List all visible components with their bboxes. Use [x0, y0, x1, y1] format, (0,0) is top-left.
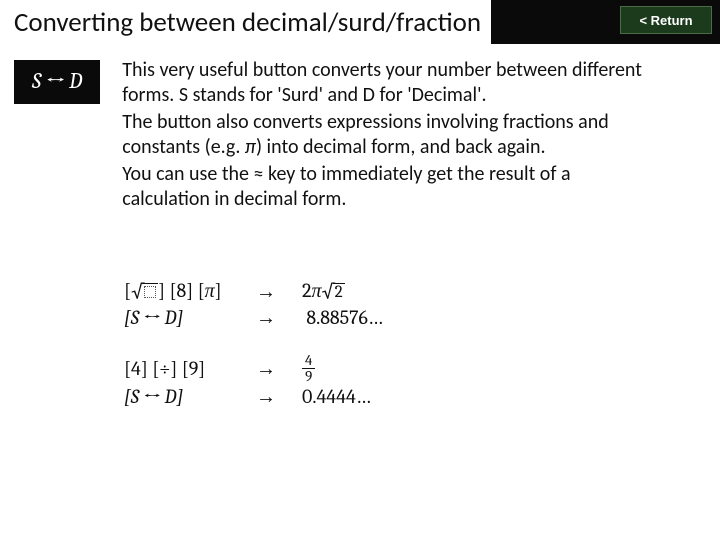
keys-mid: ] [8] [ [158, 279, 205, 302]
pi-key: π [205, 279, 215, 302]
example-row-2: [S ↔ D] → 8.88576… [124, 305, 574, 331]
example-keys-1: [√] [8] [π] [124, 278, 256, 305]
example-row-1: [√] [8] [π] → 2π√2 [124, 278, 574, 305]
content-area: S ↔ D This very useful button converts y… [0, 44, 720, 228]
example-row-4: [S ↔ D] → 0.4444… [124, 384, 574, 410]
example-result-1: 2π√2 [302, 278, 345, 305]
example-row-3: [4] [÷] [9] → 4 9 [124, 353, 574, 384]
arrow-icon: → [256, 356, 302, 382]
arrow-icon: → [256, 384, 302, 410]
pi-symbol: π [245, 135, 256, 159]
pi-result: π [311, 279, 321, 302]
example-keys-2: [S ↔ D] [124, 305, 256, 331]
example-keys-3: [4] [÷] [9] [124, 356, 256, 382]
approx-symbol: ≈ [254, 162, 264, 186]
example-keys-4: [S ↔ D] [124, 384, 256, 410]
description-text: This very useful button converts your nu… [122, 58, 652, 214]
bracket-open: [ [124, 279, 131, 302]
arrow-icon: → [256, 279, 302, 305]
paragraph-2: The button also converts expressions inv… [122, 110, 652, 160]
paragraph-1: This very useful button converts your nu… [122, 58, 652, 108]
fraction-denominator: 9 [302, 369, 315, 384]
p2-part-b: ) into decimal form, and back again. [256, 135, 546, 159]
arrow-icon: → [256, 305, 302, 331]
fraction-result: 4 9 [302, 353, 315, 384]
example-result-4: 0.4444… [302, 384, 371, 410]
placeholder-box-icon [144, 286, 156, 298]
title-bar: Converting between decimal/surd/fraction… [0, 0, 720, 44]
calculator-key-badge: S ↔ D [14, 60, 100, 104]
page-title: Converting between decimal/surd/fraction [0, 0, 491, 44]
example-result-3: 4 9 [302, 353, 315, 384]
return-button[interactable]: < Return [620, 6, 712, 34]
row-gap [124, 331, 574, 353]
p3-part-a: You can use the [122, 162, 253, 186]
paragraph-3: You can use the ≈ key to immediately get… [122, 162, 652, 212]
sqrt-key-icon: √ [131, 279, 158, 305]
sqrt-result-icon: √2 [321, 279, 344, 305]
examples-block: [√] [8] [π] → 2π√2 [S ↔ D] → 8.88576… [4… [124, 278, 574, 410]
example-result-2: 8.88576… [302, 305, 383, 331]
bracket-close: ] [215, 279, 222, 302]
